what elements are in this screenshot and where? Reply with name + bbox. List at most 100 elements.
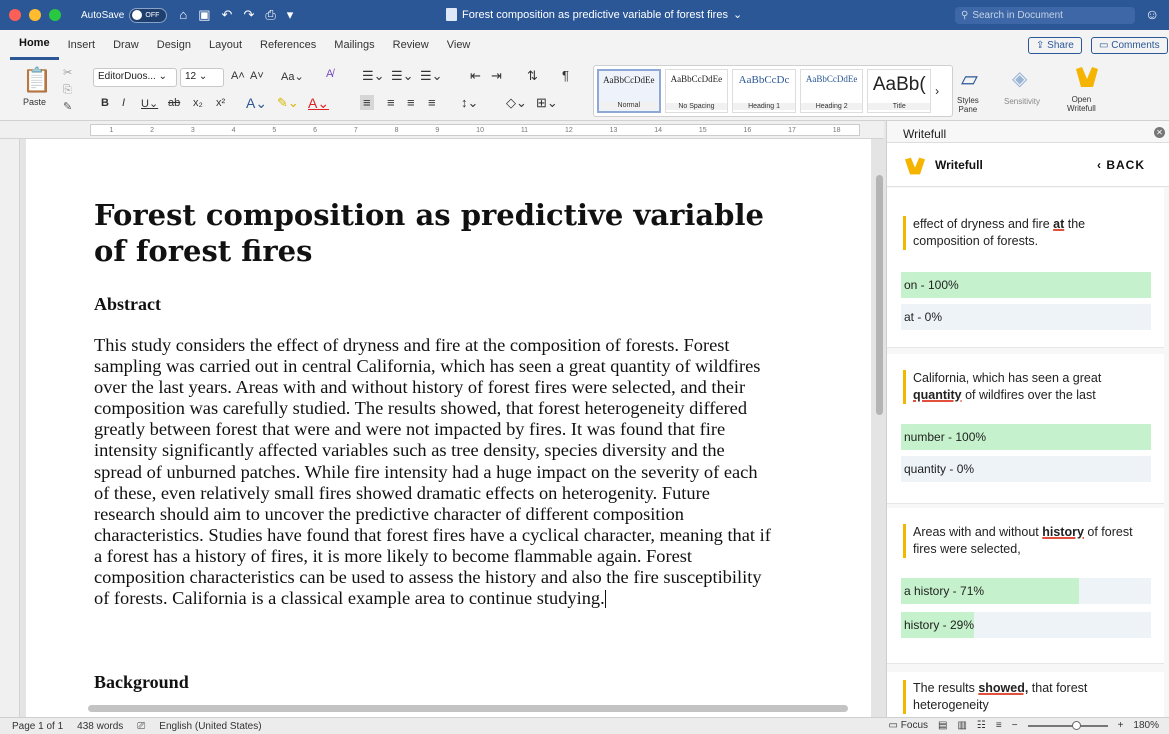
font-name-select[interactable]: EditorDuos... ⌄: [93, 68, 177, 87]
suggestion-option[interactable]: at - 0%: [901, 304, 1151, 330]
bullets-icon[interactable]: ☰⌄: [362, 68, 385, 84]
suggestion-card[interactable]: The results showed, that forest heteroge…: [887, 672, 1164, 717]
underline-icon[interactable]: U⌄: [141, 97, 158, 110]
align-center-icon[interactable]: ≡: [387, 95, 395, 110]
vertical-scrollbar[interactable]: [876, 175, 883, 415]
horizontal-scrollbar[interactable]: [88, 705, 848, 712]
chevron-down-icon[interactable]: ⌄: [733, 8, 742, 21]
numbering-icon[interactable]: ☰⌄: [391, 68, 414, 84]
zoom-window-button[interactable]: [49, 9, 61, 21]
redo-icon[interactable]: ↷: [243, 7, 254, 23]
align-right-icon[interactable]: ≡: [407, 95, 415, 110]
shading-icon[interactable]: ◇⌄: [506, 95, 527, 111]
suggestion-option[interactable]: number - 100%: [901, 424, 1151, 450]
suggestion-card[interactable]: California, which has seen a great quant…: [887, 354, 1164, 504]
italic-icon[interactable]: I: [122, 97, 125, 109]
undo-icon[interactable]: ↶: [222, 7, 233, 23]
bold-icon[interactable]: B: [101, 97, 109, 109]
subscript-icon[interactable]: x₂: [193, 97, 203, 109]
proofing-icon[interactable]: ⎚: [137, 721, 145, 732]
open-writefull-button[interactable]: Open Writefull: [1067, 95, 1096, 113]
format-painter-icon[interactable]: ✎: [63, 100, 72, 113]
show-formatting-icon[interactable]: ¶: [562, 68, 569, 83]
clear-formatting-icon[interactable]: A̸: [326, 68, 333, 80]
sort-icon[interactable]: ⇅: [527, 68, 538, 84]
tab-insert[interactable]: Insert: [59, 30, 105, 60]
background-heading[interactable]: Background: [94, 672, 189, 693]
close-window-button[interactable]: [9, 9, 21, 21]
style-normal[interactable]: AaBbCcDdEe Normal: [597, 69, 661, 113]
tab-home[interactable]: Home: [10, 30, 59, 60]
line-spacing-icon[interactable]: ↕⌄: [461, 95, 478, 111]
abstract-paragraph[interactable]: This study considers the effect of dryne…: [94, 335, 774, 609]
zoom-level[interactable]: 180%: [1133, 720, 1159, 731]
decrease-indent-icon[interactable]: ⇤: [470, 68, 481, 84]
paste-button[interactable]: Paste: [23, 97, 46, 107]
suggestion-card[interactable]: Areas with and without history of forest…: [887, 508, 1164, 664]
tab-mailings[interactable]: Mailings: [325, 30, 383, 60]
customize-chevron-icon[interactable]: ▾: [287, 7, 294, 23]
word-count[interactable]: 438 words: [77, 721, 123, 732]
grow-font-icon[interactable]: A˄: [231, 70, 245, 82]
align-left-icon[interactable]: ≡: [360, 95, 374, 110]
vertical-ruler[interactable]: [0, 139, 20, 717]
minimize-window-button[interactable]: [29, 9, 41, 21]
suggestion-option[interactable]: history - 29%: [901, 612, 1151, 638]
paste-clipboard-icon[interactable]: 📋: [22, 66, 52, 95]
back-button[interactable]: ‹ BACK: [1097, 158, 1145, 172]
feedback-smiley-icon[interactable]: ☺: [1145, 6, 1159, 22]
sensitivity-button[interactable]: Sensitivity: [1004, 97, 1040, 106]
tab-draw[interactable]: Draw: [104, 30, 148, 60]
autosave[interactable]: AutoSave OFF: [81, 7, 168, 23]
tab-review[interactable]: Review: [384, 30, 438, 60]
autosave-toggle[interactable]: OFF: [129, 7, 168, 23]
cut-icon[interactable]: ✂: [63, 66, 72, 79]
change-case-icon[interactable]: Aa⌄: [281, 70, 304, 83]
styles-pane-button[interactable]: Styles Pane: [957, 96, 979, 114]
print-icon[interactable]: ⎙: [265, 7, 275, 23]
search-input[interactable]: ⚲ Search in Document: [955, 7, 1135, 24]
zoom-slider-knob[interactable]: [1071, 720, 1081, 730]
document-title[interactable]: Forest composition as predictive variabl…: [94, 197, 794, 269]
tab-layout[interactable]: Layout: [200, 30, 251, 60]
language-status[interactable]: English (United States): [159, 721, 261, 732]
borders-icon[interactable]: ⊞⌄: [536, 95, 558, 111]
suggestion-option[interactable]: quantity - 0%: [901, 456, 1151, 482]
zoom-out-icon[interactable]: −: [1012, 720, 1018, 731]
print-layout-icon[interactable]: ▤: [938, 720, 947, 731]
tab-view[interactable]: View: [438, 30, 480, 60]
text-effects-icon[interactable]: A⌄: [246, 95, 267, 112]
draft-icon[interactable]: ≡: [996, 720, 1002, 731]
writefull-icon[interactable]: [1074, 65, 1100, 92]
suggestion-option[interactable]: a history - 71%: [901, 578, 1151, 604]
zoom-slider[interactable]: [1027, 720, 1108, 730]
styles-pane-icon[interactable]: ▱: [961, 66, 978, 92]
save-icon[interactable]: ▣: [198, 7, 210, 23]
font-size-select[interactable]: 12 ⌄: [180, 68, 224, 87]
abstract-heading[interactable]: Abstract: [94, 294, 161, 315]
document-page[interactable]: Forest composition as predictive variabl…: [26, 139, 871, 717]
sensitivity-icon[interactable]: ◈: [1012, 66, 1027, 91]
focus-button[interactable]: ▭ Focus: [889, 720, 928, 731]
home-icon[interactable]: ⌂: [179, 7, 187, 23]
suggestion-option[interactable]: on - 100%: [901, 272, 1151, 298]
share-button[interactable]: ⇪ Share: [1028, 37, 1082, 54]
zoom-in-icon[interactable]: +: [1118, 720, 1124, 731]
multilevel-list-icon[interactable]: ☰⌄: [420, 68, 443, 84]
justify-icon[interactable]: ≡: [428, 95, 436, 110]
shrink-font-icon[interactable]: A˅: [250, 70, 264, 82]
tab-design[interactable]: Design: [148, 30, 200, 60]
close-icon[interactable]: ✕: [1154, 127, 1165, 138]
highlight-color-icon[interactable]: ✎⌄: [277, 95, 299, 111]
superscript-icon[interactable]: x²: [216, 97, 225, 109]
styles-more-chevron-icon[interactable]: ›: [935, 69, 949, 113]
suggestion-card[interactable]: effect of dryness and fire at the compos…: [887, 188, 1164, 348]
font-color-icon[interactable]: A⌄: [308, 95, 329, 112]
copy-icon[interactable]: ⎘: [63, 84, 72, 97]
horizontal-ruler[interactable]: 1 2 3 4 5 6 7 8 9 10 11 12 13 14 15 16 17 18: [0, 121, 884, 139]
strikethrough-icon[interactable]: ab: [168, 97, 180, 109]
web-layout-icon[interactable]: ▥: [957, 720, 966, 731]
style-heading-2[interactable]: AaBbCcDdEe Heading 2: [799, 69, 864, 113]
increase-indent-icon[interactable]: ⇥: [491, 68, 502, 84]
style-title[interactable]: AaBb( Title: [867, 69, 932, 113]
